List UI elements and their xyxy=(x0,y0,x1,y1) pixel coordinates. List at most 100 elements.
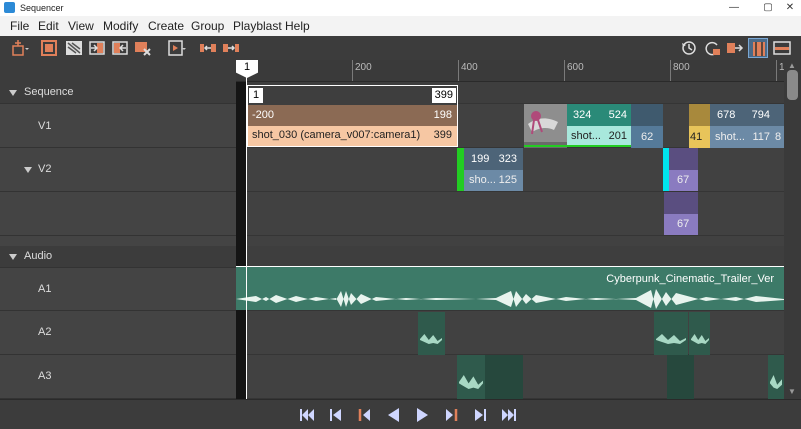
ruler-label: 800 xyxy=(673,62,690,73)
menu-help[interactable]: Help xyxy=(283,18,312,34)
shot-clip-e[interactable]: 678 794 shot... 117 xyxy=(710,104,774,148)
track-v1-label: V1 xyxy=(38,120,52,132)
collapse-triangle-icon[interactable] xyxy=(9,90,17,96)
shot-clip-v3a[interactable]: 67 xyxy=(664,192,698,235)
clip-duration: 67 xyxy=(677,218,690,230)
shot-clip-b-top[interactable]: 324 524 xyxy=(567,104,631,126)
clip-end-frame: 399 xyxy=(431,88,456,103)
clip-duration: 67 xyxy=(677,174,690,186)
collapse-triangle-icon[interactable] xyxy=(24,167,32,173)
ruler-tick xyxy=(564,60,565,81)
add-shot-icon[interactable] xyxy=(10,38,30,58)
clip-start-frame: 199 xyxy=(471,153,490,165)
clip-start-frame: 1 xyxy=(249,88,264,103)
audio-clip-a1[interactable]: Cyberpunk_Cinematic_Trailer_Ver xyxy=(236,266,784,310)
time-ruler[interactable]: 200 400 600 800 10 xyxy=(236,60,784,82)
clip-name: sho... xyxy=(469,174,496,186)
clip-start-frame: 678 xyxy=(717,109,736,121)
audio-clip-a3[interactable] xyxy=(768,355,784,399)
clip-duration: 62 xyxy=(641,131,654,143)
clip-duration: 8 xyxy=(775,131,782,143)
prev-shot-icon[interactable] xyxy=(355,405,375,425)
playhead-line[interactable] xyxy=(246,76,247,399)
track-a3[interactable]: A3 xyxy=(0,355,236,399)
title-bar: Sequencer — ▢ ✕ xyxy=(0,0,801,16)
play-forward-icon[interactable] xyxy=(412,405,432,425)
menu-file[interactable]: File xyxy=(8,18,31,34)
insert-left-icon[interactable] xyxy=(87,38,107,58)
audio-waveform xyxy=(236,289,784,309)
goto-start-icon[interactable] xyxy=(297,405,317,425)
scroll-up-icon[interactable]: ▲ xyxy=(788,61,796,70)
shot-clip-main[interactable]: 1 399 -200 198 shot_030 (camera_v007:cam… xyxy=(247,85,458,147)
menu-create[interactable]: Create xyxy=(146,18,186,34)
prev-frame-icon[interactable] xyxy=(326,405,346,425)
shot-clip-b[interactable]: shot... 201 xyxy=(567,126,631,146)
track-a1[interactable]: A1 xyxy=(0,268,236,311)
sequence-label: Sequence xyxy=(24,86,74,98)
transport-bar xyxy=(0,399,801,429)
track-v3[interactable] xyxy=(0,192,236,236)
menu-bar: File Edit View Modify Create Group Playb… xyxy=(0,16,801,36)
next-shot-icon[interactable] xyxy=(441,405,461,425)
audio-clip-a3[interactable] xyxy=(667,355,694,399)
track-a2[interactable]: A2 xyxy=(0,311,236,355)
collapse-triangle-icon[interactable] xyxy=(9,254,17,260)
shot-clip-v2a[interactable]: 199 323 sho... 125 xyxy=(464,148,523,191)
pre-roll-strip xyxy=(236,82,246,399)
menu-edit[interactable]: Edit xyxy=(36,18,61,34)
insert-right-icon[interactable] xyxy=(110,38,130,58)
audio-header[interactable]: Audio xyxy=(0,246,236,268)
goto-icon[interactable] xyxy=(725,38,745,58)
goto-end-icon[interactable] xyxy=(499,405,519,425)
clip-duration: 201 xyxy=(608,130,627,142)
track-header-spacer xyxy=(0,60,236,82)
scrollbar-thumb[interactable] xyxy=(787,70,798,100)
audio-clip-a2[interactable] xyxy=(689,312,710,355)
next-frame-icon[interactable] xyxy=(470,405,490,425)
delete-shot-icon[interactable] xyxy=(133,38,153,58)
vertical-scrollbar[interactable]: ▲ ▼ xyxy=(784,60,801,399)
panel-icon[interactable] xyxy=(772,38,792,58)
sequence-header[interactable]: Sequence xyxy=(0,82,236,104)
clip-duration: 41 xyxy=(690,131,703,143)
timeline-area[interactable]: 1 399 -200 198 shot_030 (camera_v007:cam… xyxy=(236,82,784,399)
shot-clip-f[interactable]: 8 xyxy=(774,104,784,148)
shot-clip-d[interactable]: 41 xyxy=(689,104,710,148)
shot-clip-v2b[interactable]: 67 xyxy=(669,148,698,191)
thumbnail-image xyxy=(524,104,567,148)
play-backward-icon[interactable] xyxy=(384,405,404,425)
audio-clip-name: Cyberpunk_Cinematic_Trailer_Ver xyxy=(606,273,774,285)
clip-thumbnail[interactable] xyxy=(524,104,567,148)
shot-clip-c[interactable]: 62 xyxy=(631,104,663,148)
maximize-button[interactable]: ▢ xyxy=(757,1,779,15)
ruler-tick xyxy=(352,60,353,81)
track-v1[interactable]: V1 xyxy=(0,104,236,148)
playblast-icon[interactable] xyxy=(167,38,187,58)
menu-view[interactable]: View xyxy=(66,18,96,34)
menu-modify[interactable]: Modify xyxy=(101,18,140,34)
audio-clip-a3[interactable] xyxy=(457,355,485,399)
active-range-bar xyxy=(524,145,631,147)
track-v2[interactable]: V2 xyxy=(0,148,236,192)
clip-marker-green xyxy=(457,148,464,191)
ruler-label: 200 xyxy=(355,62,372,73)
scroll-down-icon[interactable]: ▼ xyxy=(788,387,796,396)
audio-clip-a3[interactable] xyxy=(485,355,523,399)
menu-playblast[interactable]: Playblast xyxy=(231,18,284,34)
audio-lane-header xyxy=(236,246,784,268)
frame-all-icon[interactable] xyxy=(39,38,59,58)
sequence-view-icon[interactable] xyxy=(748,38,768,58)
history-icon[interactable] xyxy=(679,38,699,58)
audio-clip-a2[interactable] xyxy=(418,312,445,355)
split-left-icon[interactable] xyxy=(198,38,218,58)
audio-clip-a2[interactable] xyxy=(654,312,688,355)
minimize-button[interactable]: — xyxy=(723,1,745,15)
toolbar xyxy=(0,36,801,60)
film-strip-icon[interactable] xyxy=(64,38,84,58)
split-right-icon[interactable] xyxy=(221,38,241,58)
menu-group[interactable]: Group xyxy=(189,18,226,34)
close-button[interactable]: ✕ xyxy=(779,1,801,15)
refresh-icon[interactable] xyxy=(702,38,722,58)
clip-duration: 117 xyxy=(752,131,770,143)
